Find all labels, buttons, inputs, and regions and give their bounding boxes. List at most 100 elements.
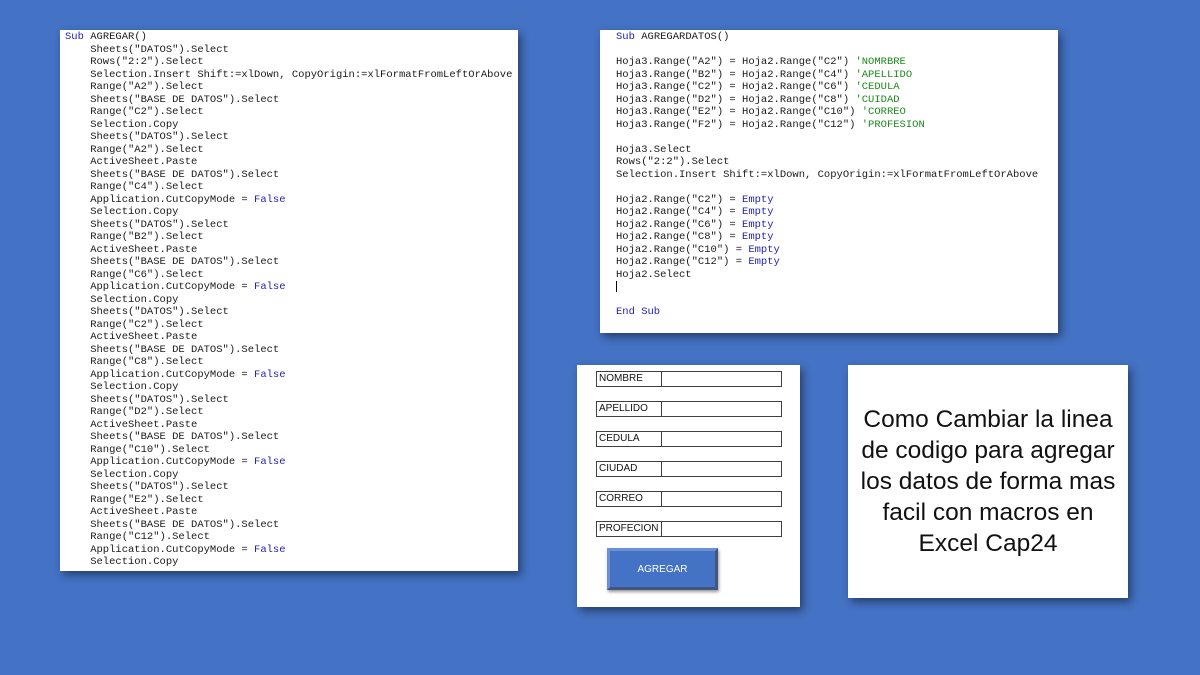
code-keyword: False — [254, 456, 286, 468]
code-line: Hoja3.Range("C2") = Hoja2.Range("C6") 'C… — [616, 81, 1058, 94]
code-text: Range("C12").Select — [65, 531, 210, 543]
code-line: ActiveSheet.Paste — [65, 331, 518, 344]
field-input-cedula[interactable] — [662, 431, 782, 447]
code-comment: 'NOMRBRE — [855, 56, 906, 68]
code-line: Hoja2.Range("C12") = Empty — [616, 256, 1058, 269]
code-text: Range("C2").Select — [65, 318, 204, 331]
code-keyword: Empty — [748, 243, 780, 256]
code-line: Application.CutCopyMode = False — [65, 369, 518, 382]
code-text: Range("C10").Select — [65, 443, 210, 456]
agregar-button[interactable]: AGREGAR — [607, 548, 718, 590]
code-line: Rows("2:2").Select — [65, 56, 518, 69]
code-text: ActiveSheet.Paste — [65, 243, 198, 256]
code-keyword: Sub — [65, 31, 91, 43]
code-text: Selection.Copy — [65, 118, 179, 131]
code-line: Hoja2.Range("C10") = Empty — [616, 244, 1058, 257]
code-text: Hoja3.Range("B2") = Hoja2.Range("C4") — [616, 68, 856, 81]
code-text: Application.CutCopyMode = — [65, 368, 255, 381]
code-line: Sheets("BASE DE DATOS").Select — [65, 256, 518, 269]
code-line: Application.CutCopyMode = False — [65, 194, 518, 207]
field-input-correo[interactable] — [662, 491, 782, 507]
code-keyword: Empty — [748, 256, 780, 268]
code-line: Range("C2").Select — [65, 106, 518, 119]
code-text: Selection.Copy — [65, 206, 179, 218]
field-label-nombre: NOMBRE — [596, 371, 662, 387]
code-text: Hoja2.Range("C10") = — [616, 243, 749, 256]
code-line: Hoja3.Select — [616, 144, 1058, 157]
code-comment: 'CEDULA — [855, 81, 900, 93]
code-line: Hoja2.Select — [616, 269, 1058, 282]
code-line: Sub AGREGARDATOS() — [616, 31, 1058, 44]
code-comment: 'CORREO — [861, 106, 906, 118]
code-line: Hoja3.Range("F2") = Hoja2.Range("C12") '… — [616, 119, 1058, 132]
code-line: Hoja3.Range("E2") = Hoja2.Range("C10") '… — [616, 106, 1058, 119]
data-entry-form: NOMBRE APELLIDO CEDULA CIUDAD CORREO PROFECIO… — [577, 365, 800, 607]
code-text: Hoja2.Range("C2") = — [616, 193, 743, 206]
code-text: Sheets("DATOS").Select — [65, 131, 229, 143]
code-text: Rows("2:2").Select — [616, 156, 730, 168]
code-text: Selection.Copy — [65, 468, 179, 481]
code-line: Selection.Insert Shift:=xlDown, CopyOrig… — [65, 69, 518, 82]
code-line: End Sub — [616, 306, 1058, 319]
form-row-cedula: CEDULA — [596, 431, 782, 447]
code-text: ActiveSheet.Paste — [65, 331, 198, 343]
code-line: Range("C4").Select — [65, 181, 518, 194]
code-text: Application.CutCopyMode = — [65, 193, 255, 206]
code-line: Selection.Copy — [65, 556, 518, 569]
code-text: Hoja3.Select — [616, 143, 692, 156]
code-text: Sheets("BASE DE DATOS").Select — [65, 168, 280, 181]
field-input-ciudad[interactable] — [662, 461, 782, 477]
code-text: Selection.Insert Shift:=xlDown, CopyOrig… — [616, 168, 1039, 181]
code-line: Selection.Copy — [65, 381, 518, 394]
code-text: Rows("2:2").Select — [65, 56, 204, 68]
code-line: Selection.Insert Shift:=xlDown, CopyOrig… — [616, 169, 1058, 182]
code-keyword: Empty — [742, 193, 774, 206]
code-keyword: False — [254, 368, 286, 381]
code-text: Range("B2").Select — [65, 231, 204, 243]
code-line: Range("A2").Select — [65, 81, 518, 94]
form-row-apellido: APELLIDO — [596, 401, 782, 417]
field-label-profecion: PROFECION — [596, 521, 662, 537]
code-text: AGREGARDATOS() — [641, 31, 730, 43]
field-input-apellido[interactable] — [662, 401, 782, 417]
code-text: Selection.Copy — [65, 381, 179, 393]
code-line: Sheets("BASE DE DATOS").Select — [65, 519, 518, 532]
code-line: ActiveSheet.Paste — [65, 244, 518, 257]
code-text: Sheets("DATOS").Select — [65, 43, 229, 56]
code-text: Sheets("BASE DE DATOS").Select — [65, 256, 280, 268]
code-panel-agregardatos: Sub AGREGARDATOS() Hoja3.Range("A2") = Ho… — [600, 30, 1058, 333]
code-editor-agregar[interactable]: Sub AGREGAR() Sheets("DATOS").Select Row… — [65, 31, 518, 569]
code-text: ActiveSheet.Paste — [65, 418, 198, 431]
code-line: Range("C8").Select — [65, 356, 518, 369]
code-text: Hoja3.Range("C2") = Hoja2.Range("C6") — [616, 81, 856, 93]
code-text: Hoja3.Range("E2") = Hoja2.Range("C10") — [616, 106, 862, 118]
code-text: Range("A2").Select — [65, 143, 204, 156]
text-cursor — [616, 281, 617, 292]
code-keyword: False — [254, 281, 286, 293]
code-text: Sheets("BASE DE DATOS").Select — [65, 431, 280, 443]
code-comment: 'APELLIDO — [855, 68, 913, 81]
field-label-apellido: APELLIDO — [596, 401, 662, 417]
code-line: Selection.Copy — [65, 206, 518, 219]
field-label-correo: CORREO — [596, 491, 662, 507]
field-input-nombre[interactable] — [662, 371, 782, 387]
code-line: Range("D2").Select — [65, 406, 518, 419]
code-line: Rows("2:2").Select — [616, 156, 1058, 169]
code-text: Hoja2.Range("C12") = — [616, 256, 749, 268]
code-text: Hoja2.Select — [616, 268, 692, 281]
code-text: Hoja3.Range("A2") = Hoja2.Range("C2") — [616, 56, 856, 68]
code-line: Selection.Copy — [65, 469, 518, 482]
code-line: Sheets("BASE DE DATOS").Select — [65, 94, 518, 107]
code-keyword: Empty — [742, 206, 774, 218]
code-line: Hoja3.Range("D2") = Hoja2.Range("C8") 'C… — [616, 94, 1058, 107]
field-label-cedula: CEDULA — [596, 431, 662, 447]
code-line: ActiveSheet.Paste — [65, 506, 518, 519]
code-text: Sheets("DATOS").Select — [65, 306, 229, 318]
code-comment: 'CUIDAD — [855, 93, 900, 106]
code-line: Sub AGREGAR() — [65, 31, 518, 44]
code-editor-agregardatos[interactable]: Sub AGREGARDATOS() Hoja3.Range("A2") = Ho… — [616, 31, 1058, 319]
code-text: Sheets("BASE DE DATOS").Select — [65, 343, 280, 356]
field-input-profecion[interactable] — [662, 521, 782, 537]
